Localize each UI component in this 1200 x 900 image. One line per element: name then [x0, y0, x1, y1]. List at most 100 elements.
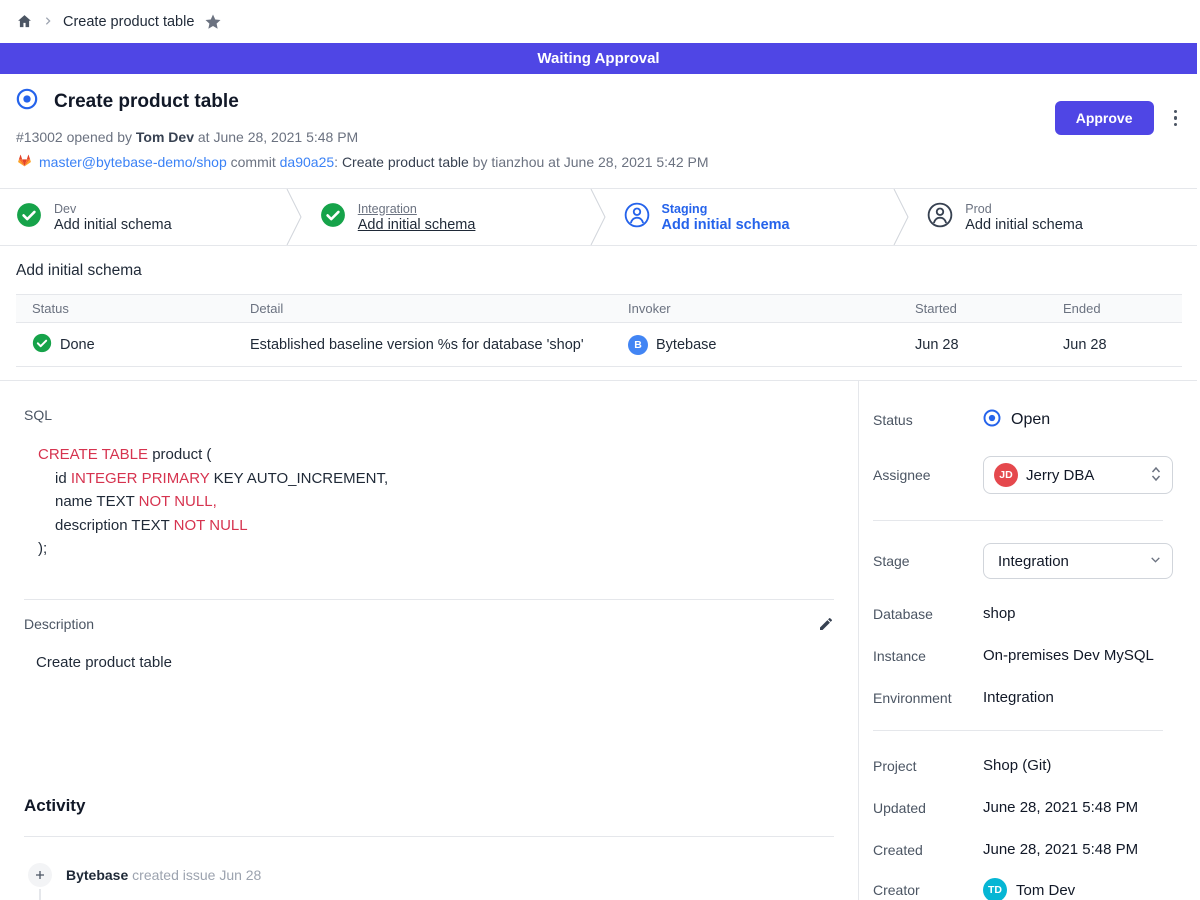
activity-actor: Bytebase [66, 867, 128, 883]
commit-text: master@bytebase-demo/shop commit da90a25… [39, 154, 709, 170]
assignee-select[interactable]: JD Jerry DBA [983, 456, 1173, 494]
col-started: Started [899, 295, 1047, 323]
approve-button[interactable]: Approve [1055, 101, 1154, 135]
database-label: Database [873, 606, 983, 622]
sidebar-project-row: Project Shop (Git) [873, 757, 1173, 774]
database-value: shop [983, 605, 1016, 622]
breadcrumb: Create product table [0, 0, 1197, 43]
divider [873, 730, 1163, 731]
activity-action: created issue Jun 28 [128, 867, 261, 883]
chevron-updown-icon [1150, 466, 1162, 485]
sidebar-database-row: Database shop [873, 605, 1173, 622]
task-table-header: Status Detail Invoker Started Ended [16, 295, 1182, 323]
avatar: JD [994, 463, 1018, 487]
description-text: Create product table [36, 654, 834, 671]
commit-hash-link[interactable]: da90a25 [280, 154, 335, 170]
status-banner: Waiting Approval [0, 43, 1197, 74]
stage-task: Add initial schema [54, 217, 172, 233]
stage-staging[interactable]: StagingAdd initial schema [608, 189, 894, 245]
activity-timeline [39, 889, 41, 900]
task-status: Done [60, 337, 95, 353]
environment-value: Integration [983, 689, 1054, 706]
stage-name: Dev [54, 202, 172, 216]
sidebar-instance-row: Instance On-premises Dev MySQL [873, 647, 1173, 664]
sidebar-creator-row: Creator TD Tom Dev [873, 878, 1173, 900]
plus-icon [28, 863, 52, 887]
divider [24, 599, 834, 600]
commit-colon: : [334, 154, 342, 170]
activity-item: Bytebase created issue Jun 28 [24, 863, 834, 887]
status-banner-text: Waiting Approval [537, 50, 659, 67]
stage-name: Integration [358, 202, 476, 216]
created-label: Created [873, 842, 983, 858]
sql-label: SQL [24, 407, 834, 423]
task-table: Status Detail Invoker Started Ended Done… [16, 294, 1182, 367]
updated-value: June 28, 2021 5:48 PM [983, 799, 1138, 816]
kebab-menu-icon[interactable] [1170, 106, 1182, 131]
stage-task: Add initial schema [358, 217, 476, 233]
stage-task: Add initial schema [662, 217, 790, 233]
sidebar-environment-row: Environment Integration [873, 689, 1173, 706]
project-value: Shop (Git) [983, 757, 1051, 774]
description-label: Description [24, 616, 94, 632]
stage-separator [893, 189, 911, 245]
sql-line: id INTEGER PRIMARY KEY AUTO_INCREMENT, [38, 467, 834, 491]
person-circle-icon [927, 202, 953, 233]
stage-name: Prod [965, 202, 1083, 216]
sql-line: CREATE TABLE product ( [38, 443, 834, 467]
issue-detail-panel: SQL CREATE TABLE product ( id INTEGER PR… [0, 381, 858, 900]
sidebar-assignee-row: Assignee JD Jerry DBA [873, 456, 1173, 494]
pipeline-bar: DevAdd initial schema IntegrationAdd ini… [0, 188, 1197, 246]
updated-label: Updated [873, 800, 983, 816]
issue-sidebar: Status Open Assignee JD Jerry DBA [858, 381, 1197, 900]
stage-dev[interactable]: DevAdd initial schema [0, 189, 286, 245]
creator-value: Tom Dev [1016, 882, 1075, 899]
breadcrumb-chevron-icon [43, 13, 53, 31]
stage-prod[interactable]: ProdAdd initial schema [911, 189, 1197, 245]
stage-integration[interactable]: IntegrationAdd initial schema [304, 189, 590, 245]
col-detail: Detail [234, 295, 612, 323]
branch-link[interactable]: master@bytebase-demo/shop [39, 154, 227, 170]
stage-separator [286, 189, 304, 245]
issue-header: Create product table #13002 opened by To… [0, 74, 1197, 171]
sidebar-stage-row: Stage Integration [873, 543, 1173, 579]
task-started: Jun 28 [915, 337, 959, 353]
issue-meta-prefix: #13002 opened by [16, 129, 136, 145]
environment-label: Environment [873, 690, 983, 706]
open-status-icon [983, 409, 1001, 430]
star-icon[interactable] [204, 13, 222, 31]
check-circle-icon [16, 202, 42, 233]
issue-meta: #13002 opened by Tom Dev at June 28, 202… [16, 129, 1181, 145]
person-circle-icon [624, 202, 650, 233]
gitlab-icon [16, 152, 33, 171]
home-icon[interactable] [16, 13, 33, 30]
table-row[interactable]: Done Established baseline version %s for… [16, 323, 1182, 367]
avatar: B [628, 335, 648, 355]
task-detail: Established baseline version %s for data… [250, 337, 584, 353]
stage-task: Add initial schema [965, 217, 1083, 233]
assignee-value: Jerry DBA [1026, 467, 1142, 484]
commit-suffix: by tianzhou at June 28, 2021 5:42 PM [469, 154, 709, 170]
sql-line: description TEXT NOT NULL [38, 514, 834, 538]
col-status: Status [16, 295, 234, 323]
task-heading: Add initial schema [16, 262, 1181, 280]
task-invoker: Bytebase [656, 337, 716, 353]
sql-code-block: CREATE TABLE product ( id INTEGER PRIMAR… [38, 443, 834, 561]
chevron-down-icon [1149, 553, 1162, 569]
task-ended: Jun 28 [1063, 337, 1107, 353]
activity-heading: Activity [24, 796, 834, 816]
col-invoker: Invoker [612, 295, 899, 323]
instance-label: Instance [873, 648, 983, 664]
stage-select[interactable]: Integration [983, 543, 1173, 579]
stage-label: Stage [873, 553, 983, 569]
created-value: June 28, 2021 5:48 PM [983, 841, 1138, 858]
check-circle-icon [320, 202, 346, 233]
task-section: Add initial schema Status Detail Invoker… [0, 246, 1197, 367]
avatar: TD [983, 878, 1007, 900]
stage-separator [590, 189, 608, 245]
edit-pencil-icon[interactable] [818, 616, 834, 632]
sidebar-status-row: Status Open [873, 409, 1173, 430]
sql-line: name TEXT NOT NULL, [38, 490, 834, 514]
commit-message: Create product table [342, 154, 469, 170]
sidebar-updated-row: Updated June 28, 2021 5:48 PM [873, 799, 1173, 816]
